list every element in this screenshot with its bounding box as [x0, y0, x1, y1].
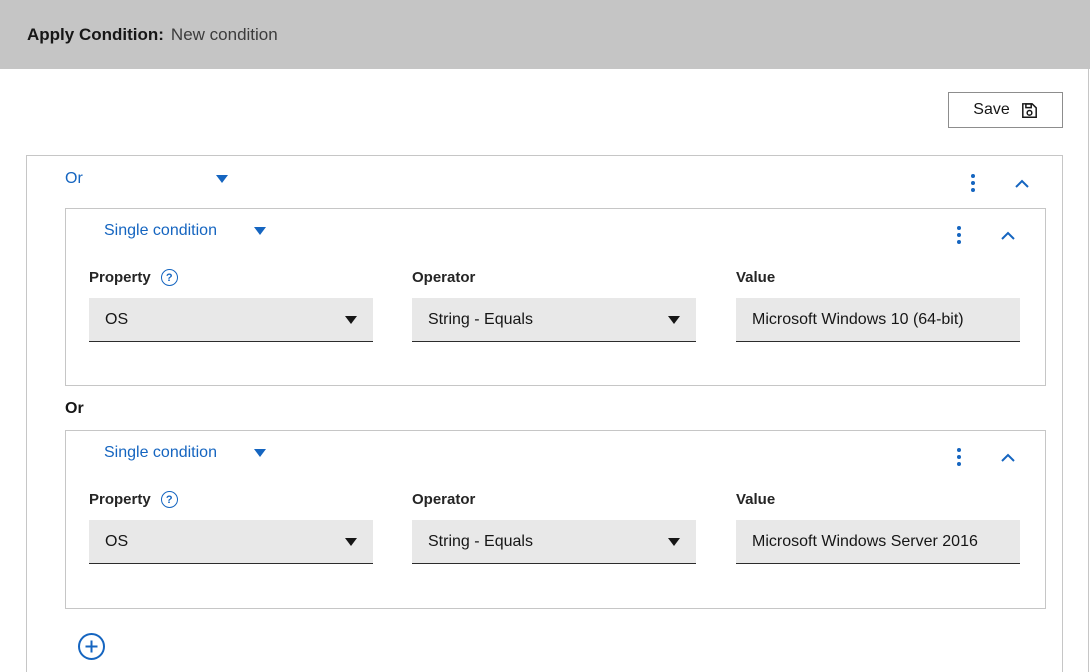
condition-name: New condition: [171, 25, 278, 45]
property-column: Property ? OS: [89, 269, 373, 342]
group-overflow-menu-button[interactable]: [961, 170, 985, 196]
caret-down-icon: [668, 538, 680, 546]
apply-condition-page: Apply Condition: New condition Save Or: [0, 0, 1090, 672]
chevron-up-icon: [1000, 453, 1016, 463]
operator-select-value: String - Equals: [428, 311, 533, 329]
condition-overflow-menu-button[interactable]: [947, 444, 971, 470]
value-column: Value Microsoft Windows 10 (64-bit): [736, 269, 1020, 342]
operator-label-row: Operator: [412, 269, 696, 286]
value-label: Value: [736, 269, 775, 286]
condition-card-1: Single condition Property ? OS Operator: [65, 208, 1046, 386]
condition-overflow-menu-button[interactable]: [947, 222, 971, 248]
condition-collapse-button[interactable]: [996, 445, 1020, 471]
caret-down-icon: [668, 316, 680, 324]
overflow-menu-icon: [971, 174, 975, 192]
operator-select[interactable]: String - Equals: [412, 520, 696, 564]
condition-type-dropdown[interactable]: Single condition: [104, 222, 266, 240]
condition-type-label: Single condition: [104, 444, 217, 462]
group-operator-dropdown[interactable]: Or: [65, 170, 228, 188]
plus-circle-icon: [77, 632, 106, 661]
property-column: Property ? OS: [89, 491, 373, 564]
page-titlebar: Apply Condition: New condition: [0, 0, 1090, 69]
value-input-text: Microsoft Windows 10 (64-bit): [752, 311, 964, 329]
save-button-label: Save: [973, 101, 1009, 119]
operator-label: Operator: [412, 491, 475, 508]
condition-collapse-button[interactable]: [996, 223, 1020, 249]
operator-select[interactable]: String - Equals: [412, 298, 696, 342]
operator-column: Operator String - Equals: [412, 269, 696, 342]
value-column: Value Microsoft Windows Server 2016: [736, 491, 1020, 564]
value-label: Value: [736, 491, 775, 508]
add-condition-button[interactable]: [77, 632, 106, 661]
property-label-row: Property ?: [89, 491, 373, 508]
help-question-icon[interactable]: ?: [161, 491, 178, 508]
chevron-up-icon: [1014, 179, 1030, 189]
page-title: Apply Condition:: [27, 25, 164, 45]
caret-down-icon: [345, 538, 357, 546]
value-label-row: Value: [736, 269, 1020, 286]
property-label: Property: [89, 491, 151, 508]
save-button[interactable]: Save: [948, 92, 1063, 128]
group-collapse-button[interactable]: [1010, 171, 1034, 197]
property-select[interactable]: OS: [89, 520, 373, 564]
operator-column: Operator String - Equals: [412, 491, 696, 564]
operator-select-value: String - Equals: [428, 533, 533, 551]
value-input[interactable]: Microsoft Windows 10 (64-bit): [736, 298, 1020, 342]
property-label-row: Property ?: [89, 269, 373, 286]
operator-label: Operator: [412, 269, 475, 286]
value-label-row: Value: [736, 491, 1020, 508]
property-select-value: OS: [105, 533, 128, 551]
condition-type-dropdown[interactable]: Single condition: [104, 444, 266, 462]
group-operator-label: Or: [65, 170, 83, 188]
between-conditions-operator-label: Or: [65, 400, 84, 418]
overflow-menu-icon: [957, 226, 961, 244]
caret-down-icon: [216, 175, 228, 183]
condition-card-2: Single condition Property ? OS Operator: [65, 430, 1046, 609]
page-right-border: [1088, 69, 1089, 672]
operator-label-row: Operator: [412, 491, 696, 508]
floppy-disk-icon: [1021, 102, 1038, 119]
property-select[interactable]: OS: [89, 298, 373, 342]
caret-down-icon: [254, 227, 266, 235]
condition-type-label: Single condition: [104, 222, 217, 240]
property-label: Property: [89, 269, 151, 286]
caret-down-icon: [345, 316, 357, 324]
value-input[interactable]: Microsoft Windows Server 2016: [736, 520, 1020, 564]
overflow-menu-icon: [957, 448, 961, 466]
property-select-value: OS: [105, 311, 128, 329]
caret-down-icon: [254, 449, 266, 457]
chevron-up-icon: [1000, 231, 1016, 241]
value-input-text: Microsoft Windows Server 2016: [752, 533, 978, 551]
help-question-icon[interactable]: ?: [161, 269, 178, 286]
